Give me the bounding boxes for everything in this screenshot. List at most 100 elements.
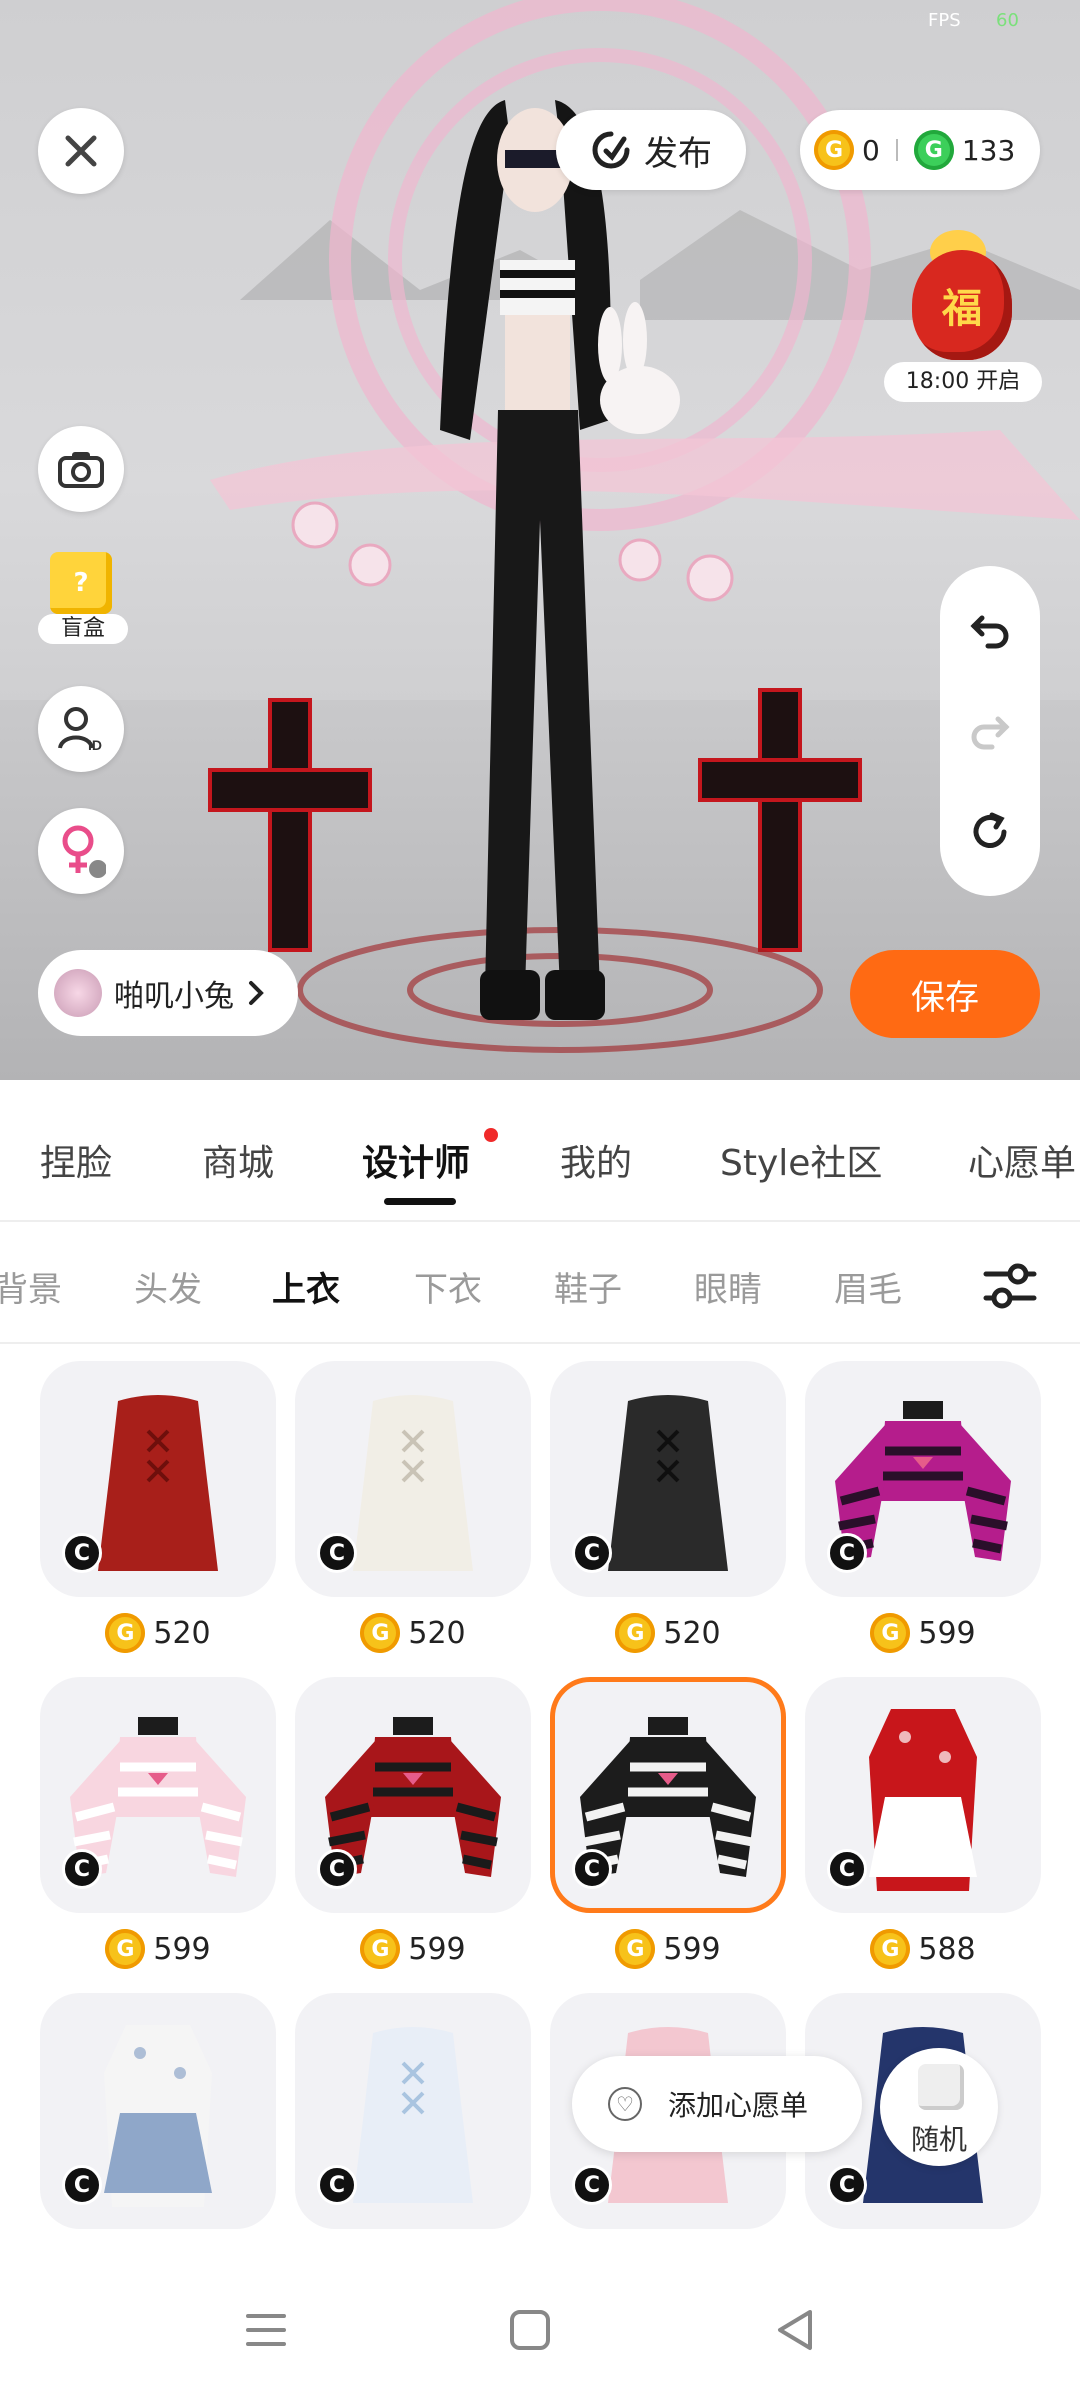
category-hair[interactable]: 头发 — [134, 1262, 202, 1311]
item-card-pink-striped-crop-top[interactable]: C G 599 — [805, 1361, 1041, 1655]
female-icon — [62, 825, 106, 878]
fps-value: 60 — [996, 10, 1019, 31]
close-button[interactable] — [38, 108, 124, 194]
blind-box-icon: ? — [50, 552, 112, 614]
undo-icon — [970, 615, 1009, 649]
item-thumbnail[interactable]: C — [295, 1361, 531, 1597]
avatar-id-button[interactable]: ID — [38, 686, 124, 772]
tab-mine[interactable]: 我的 — [560, 1134, 632, 1186]
item-card-light-pink-crop-top[interactable]: C G 599 — [40, 1677, 276, 1971]
gold-coin-count: 0 — [862, 133, 880, 167]
publish-icon — [592, 131, 630, 169]
green-coin-count: 133 — [961, 133, 1016, 167]
publish-button[interactable]: 发布 — [556, 110, 746, 190]
add-wishlist-button[interactable]: ♡ 添加心愿单 — [572, 2056, 862, 2152]
item-price: G 599 — [40, 1927, 276, 1971]
item-price: G 599 — [295, 1927, 531, 1971]
currency-separator — [895, 139, 898, 161]
item-thumbnail[interactable]: C — [40, 1993, 276, 2229]
white-rabbit — [598, 302, 680, 434]
creator-badge-icon: C — [827, 2165, 867, 2205]
creator-badge-icon: C — [827, 1533, 867, 1573]
item-card-red-qipao-maid[interactable]: C G 588 — [805, 1677, 1041, 1971]
item-thumbnail[interactable]: C — [295, 1993, 531, 2229]
category-bottom[interactable]: 下衣 — [414, 1262, 482, 1311]
save-button[interactable]: 保存 — [850, 950, 1040, 1038]
edit-tool-panel — [940, 566, 1040, 896]
tab-style-community[interactable]: Style社区 — [720, 1134, 882, 1186]
item-price-value: 599 — [918, 1615, 976, 1651]
heart-icon: ♡ — [608, 2087, 642, 2121]
item-thumbnail[interactable]: C — [550, 1361, 786, 1597]
tab-designer-badge — [484, 1128, 498, 1142]
item-thumbnail[interactable]: C — [40, 1361, 276, 1597]
category-shoes[interactable]: 鞋子 — [554, 1262, 622, 1311]
publish-label: 发布 — [644, 133, 712, 174]
camera-icon — [58, 452, 104, 488]
item-card-white-blouse-blue-skirt[interactable]: C — [295, 1993, 531, 2229]
gender-switch-button[interactable] — [38, 808, 124, 894]
category-top[interactable]: 上衣 — [272, 1262, 340, 1311]
item-thumbnail[interactable]: C — [550, 1677, 786, 1913]
item-card-red-corset-dress[interactable]: C G 520 — [40, 1361, 276, 1655]
tab-shop[interactable]: 商城 — [202, 1134, 274, 1186]
redo-button[interactable] — [960, 701, 1020, 761]
item-thumbnail[interactable]: C — [40, 1677, 276, 1913]
item-card-red-black-striped-top[interactable]: C G 599 — [295, 1677, 531, 1971]
gold-coin-icon: G — [615, 1613, 656, 1653]
item-card-white-blue-qipao[interactable]: C — [40, 1993, 276, 2229]
item-thumbnail[interactable]: C — [805, 1677, 1041, 1913]
gold-coin-icon: G — [105, 1929, 146, 1969]
random-button[interactable]: 随机 — [880, 2048, 998, 2166]
item-price: G 520 — [550, 1611, 786, 1655]
creator-name: 啪叽小兔 — [114, 979, 234, 1014]
item-price-value: 588 — [918, 1931, 976, 1967]
gold-coin-icon: G — [360, 1929, 401, 1969]
redo-icon — [971, 716, 1010, 750]
gothic-cross-right — [698, 688, 862, 952]
back-icon[interactable] — [766, 2300, 826, 2360]
fortune-bag-icon: 福 — [912, 250, 1012, 360]
creator-badge-icon: C — [572, 1533, 612, 1573]
item-card-black-white-striped-top[interactable]: C G 599 — [550, 1677, 786, 1971]
user-id-icon: ID — [58, 707, 102, 753]
tab-designer[interactable]: 设计师 — [362, 1134, 470, 1186]
item-price-value: 599 — [408, 1931, 466, 1967]
item-thumbnail[interactable]: C — [805, 1361, 1041, 1597]
undo-button[interactable] — [960, 600, 1020, 660]
item-card-white-corset-dress[interactable]: C G 520 — [295, 1361, 531, 1655]
category-eyes[interactable]: 眼睛 — [694, 1262, 762, 1311]
tab-wishlist[interactable]: 心愿单 — [968, 1134, 1076, 1186]
camera-button[interactable] — [38, 426, 124, 512]
menu-icon[interactable] — [236, 2300, 296, 2360]
item-thumbnail[interactable]: C — [295, 1677, 531, 1913]
avatar-stage[interactable]: FPS 60 发布 G 0 G 133 福 18:00 开启 ? 盲盒 ID 啪… — [0, 0, 1080, 1080]
category-brows[interactable]: 眉毛 — [834, 1262, 902, 1311]
gold-coin-icon: G — [360, 1613, 401, 1653]
creator-tag[interactable]: 啪叽小兔 — [38, 950, 298, 1036]
svg-text:ID: ID — [88, 737, 102, 753]
blind-box-label: 盲盒 — [38, 614, 128, 644]
filter-icon[interactable] — [980, 1258, 1040, 1314]
creator-badge-icon: C — [62, 1849, 102, 1889]
reset-icon — [973, 812, 1007, 848]
item-price-value: 520 — [153, 1615, 211, 1651]
currency-bar[interactable]: G 0 G 133 — [800, 110, 1040, 190]
category-background[interactable]: 背景 — [0, 1262, 62, 1311]
home-icon[interactable] — [500, 2300, 560, 2360]
tab-face[interactable]: 捏脸 — [40, 1134, 112, 1186]
creator-badge-icon: C — [62, 2165, 102, 2205]
creator-badge-icon: C — [572, 2165, 612, 2205]
item-card-black-corset-dress[interactable]: C G 520 — [550, 1361, 786, 1655]
green-coin-icon: G — [913, 130, 954, 170]
fortune-bag-event[interactable]: 福 18:00 开启 — [884, 230, 1042, 406]
item-price-value: 599 — [663, 1931, 721, 1967]
item-price-value: 599 — [153, 1931, 211, 1967]
category-divider — [0, 1342, 1080, 1344]
main-tabs: 捏脸 商城 设计师 我的 Style社区 心愿单 — [0, 1090, 1080, 1220]
close-icon — [65, 135, 97, 167]
reset-button[interactable] — [960, 802, 1020, 862]
gothic-cross-left — [208, 698, 372, 952]
creator-avatar — [54, 969, 102, 1017]
blind-box-button[interactable]: ? 盲盒 — [38, 552, 128, 652]
